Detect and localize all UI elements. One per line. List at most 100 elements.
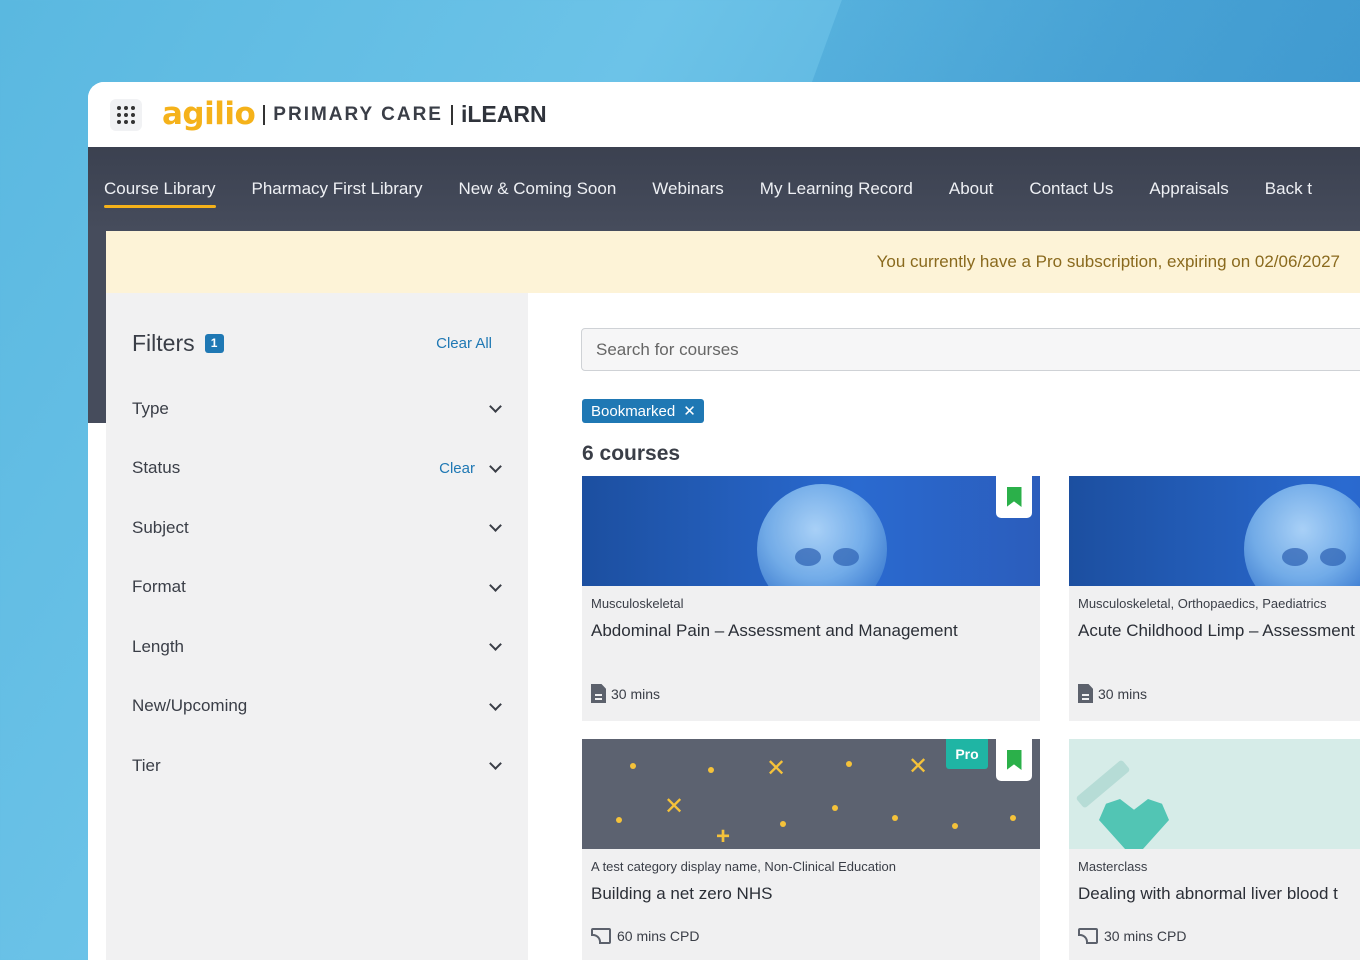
chevron-down-icon xyxy=(489,519,502,533)
results-count: 6 courses xyxy=(582,442,681,465)
course-category: Musculoskeletal xyxy=(591,596,684,611)
dot-decoration xyxy=(846,761,852,767)
duration-text: 30 mins xyxy=(1098,685,1148,702)
course-duration: 30 mins CPD xyxy=(1078,928,1186,944)
duration-text: 30 mins xyxy=(611,685,661,702)
course-card[interactable]: Musculoskeletal Abdominal Pain – Assessm… xyxy=(582,476,1040,721)
chevron-down-icon xyxy=(489,638,502,652)
course-card[interactable]: ✕ ✕ ✕ + Pro A test category display name… xyxy=(582,739,1040,960)
filter-subject[interactable]: Subject xyxy=(132,498,502,558)
nav-new-coming-soon[interactable]: New & Coming Soon xyxy=(458,173,616,205)
dot-decoration xyxy=(952,823,958,829)
logo-brand: agilio xyxy=(162,96,256,132)
plus-decoration: + xyxy=(716,823,731,849)
skull-illustration xyxy=(757,484,887,586)
logo-divider xyxy=(450,104,453,125)
nav-contact-us[interactable]: Contact Us xyxy=(1029,173,1113,205)
course-duration: 60 mins CPD xyxy=(591,928,699,944)
cast-icon xyxy=(1078,928,1098,944)
main-nav: Course Library Pharmacy First Library Ne… xyxy=(88,147,1360,231)
dot-decoration xyxy=(832,805,838,811)
filter-label: New/Upcoming xyxy=(132,696,248,716)
course-title: Abdominal Pain – Assessment and Manageme… xyxy=(591,621,958,640)
dot-decoration xyxy=(780,821,786,827)
filter-label: Status xyxy=(132,458,181,478)
course-title: Building a net zero NHS xyxy=(591,884,773,903)
nav-extension xyxy=(88,231,106,423)
course-card[interactable]: Masterclass Dealing with abnormal liver … xyxy=(1069,739,1360,960)
dot-decoration xyxy=(630,763,636,769)
cross-decoration: ✕ xyxy=(908,753,929,780)
heart-illustration xyxy=(1099,799,1169,849)
cross-decoration: ✕ xyxy=(664,793,685,820)
filter-count-badge: 1 xyxy=(204,333,224,353)
dot-decoration xyxy=(616,817,622,823)
course-category: A test category display name, Non-Clinic… xyxy=(591,859,896,874)
app-launcher-grid-icon[interactable] xyxy=(110,98,142,131)
filter-type[interactable]: Type xyxy=(132,379,502,439)
dot-decoration xyxy=(892,815,898,821)
course-category: Masterclass xyxy=(1078,859,1148,874)
filter-label: Format xyxy=(132,577,186,597)
nav-webinars[interactable]: Webinars xyxy=(652,173,724,205)
logo-product: PRIMARY CARE xyxy=(273,103,443,125)
filter-new-upcoming[interactable]: New/Upcoming xyxy=(132,677,502,737)
chevron-down-icon xyxy=(489,400,502,414)
logo-divider xyxy=(263,104,266,125)
top-bar: agilio PRIMARY CARE iLEARN xyxy=(88,82,1360,147)
pro-badge: Pro xyxy=(946,739,988,769)
chip-label: Bookmarked xyxy=(591,402,676,420)
filter-label: Tier xyxy=(132,755,161,775)
course-duration: 30 mins xyxy=(1078,684,1147,703)
chevron-down-icon xyxy=(489,578,502,592)
course-title: Dealing with abnormal liver blood t xyxy=(1078,884,1338,903)
course-thumbnail: ✕ ✕ ✕ + Pro xyxy=(582,739,1040,849)
logo[interactable]: agilio PRIMARY CARE iLEARN xyxy=(162,95,547,135)
nav-back[interactable]: Back t xyxy=(1265,173,1312,205)
bookmark-button[interactable] xyxy=(996,739,1032,781)
course-card[interactable]: Musculoskeletal, Orthopaedics, Paediatri… xyxy=(1069,476,1360,721)
course-category: Musculoskeletal, Orthopaedics, Paediatri… xyxy=(1078,596,1327,611)
filter-status[interactable]: Status Clear xyxy=(132,439,502,499)
subscription-text: You currently have a Pro subscription, e… xyxy=(876,252,1340,271)
filter-label: Type xyxy=(132,398,169,418)
chevron-down-icon xyxy=(489,697,502,711)
skull-illustration xyxy=(1244,484,1360,586)
app-window: agilio PRIMARY CARE iLEARN Course Librar… xyxy=(88,82,1360,960)
bookmark-icon xyxy=(1006,487,1022,507)
nav-about[interactable]: About xyxy=(949,173,993,205)
close-icon[interactable]: ✕ xyxy=(683,402,696,420)
results-area: Bookmarked ✕ 6 courses Musculoskeletal A… xyxy=(581,293,1360,960)
search-input[interactable] xyxy=(581,328,1360,371)
subscription-banner: You currently have a Pro subscription, e… xyxy=(106,231,1360,293)
filter-tier[interactable]: Tier xyxy=(132,736,502,796)
chevron-down-icon xyxy=(489,757,502,771)
logo-app: iLEARN xyxy=(460,101,547,127)
nav-appraisals[interactable]: Appraisals xyxy=(1149,173,1228,205)
content-area: You currently have a Pro subscription, e… xyxy=(106,231,1360,960)
chevron-down-icon xyxy=(489,459,502,473)
nav-my-learning-record[interactable]: My Learning Record xyxy=(760,173,913,205)
nav-course-library[interactable]: Course Library xyxy=(104,173,216,208)
filters-panel: Filters 1 Clear All Type Status Clear Su… xyxy=(106,293,528,960)
active-filter-chip[interactable]: Bookmarked ✕ xyxy=(582,399,704,423)
course-title: Acute Childhood Limp – Assessment and Ma… xyxy=(1078,621,1360,640)
dot-decoration xyxy=(708,767,714,773)
course-thumbnail xyxy=(1069,476,1360,586)
document-icon xyxy=(1078,684,1093,703)
course-thumbnail xyxy=(1069,739,1360,849)
filter-length[interactable]: Length xyxy=(132,617,502,677)
duration-text: 60 mins CPD xyxy=(617,928,700,944)
bookmark-button[interactable] xyxy=(996,476,1032,518)
document-icon xyxy=(591,684,606,703)
cross-decoration: ✕ xyxy=(766,755,787,782)
clear-status-button[interactable]: Clear xyxy=(439,460,475,477)
duration-text: 30 mins CPD xyxy=(1104,928,1187,944)
course-thumbnail xyxy=(582,476,1040,586)
dot-decoration xyxy=(1010,815,1016,821)
filter-label: Subject xyxy=(132,517,189,537)
filter-format[interactable]: Format xyxy=(132,558,502,618)
clear-all-button[interactable]: Clear All xyxy=(436,335,492,352)
course-duration: 30 mins xyxy=(591,684,660,703)
nav-pharmacy-first-library[interactable]: Pharmacy First Library xyxy=(252,173,423,205)
